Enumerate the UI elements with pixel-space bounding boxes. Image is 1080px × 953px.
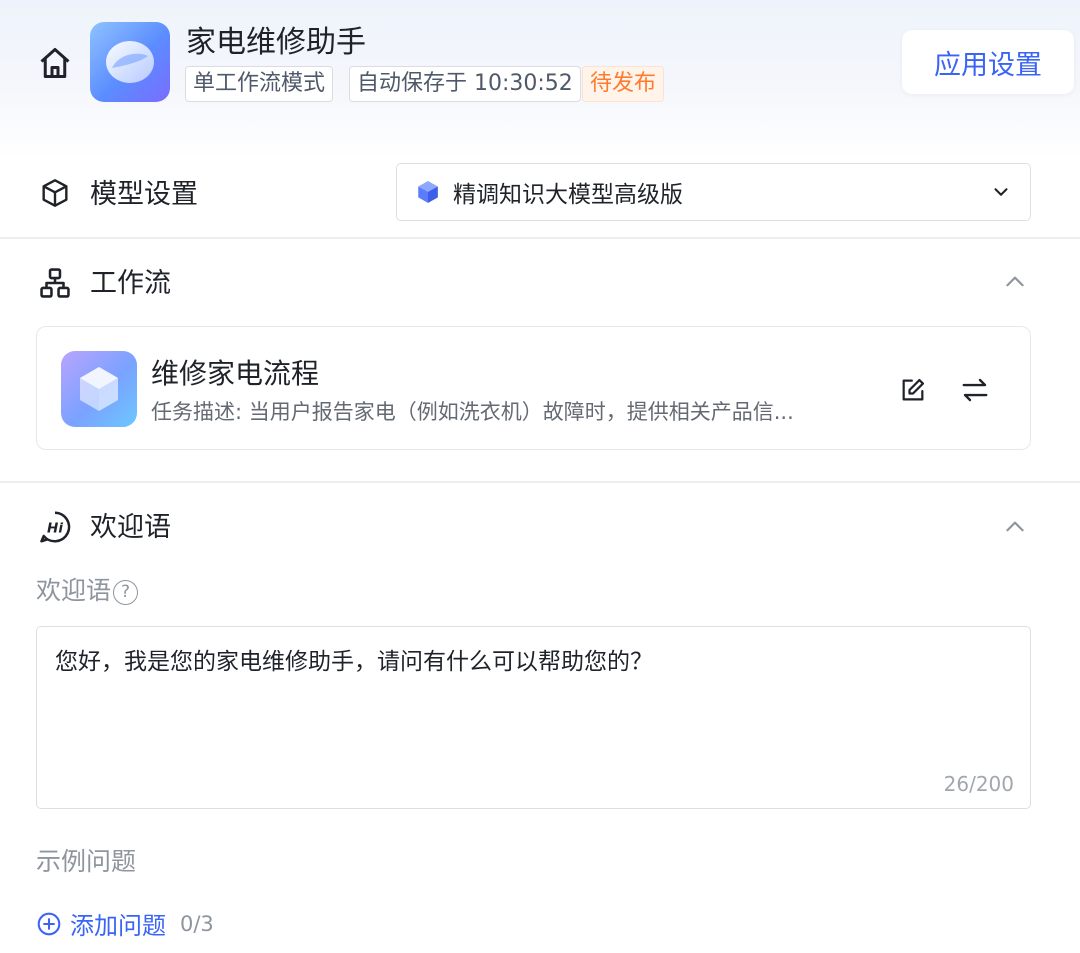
question-count: 0/3 [180, 911, 214, 936]
plus-circle-icon [37, 912, 61, 935]
app-logo [90, 22, 170, 102]
chevron-up-icon [1006, 521, 1024, 532]
cube-icon [37, 175, 73, 211]
home-button[interactable] [34, 42, 76, 84]
switch-icon [962, 378, 988, 402]
mode-tag: 单工作流模式 [185, 66, 334, 102]
add-question-button[interactable]: 添加问题 0/3 [36, 906, 214, 941]
chevron-down-icon [994, 188, 1008, 196]
welcome-textarea[interactable]: 您好，我是您的家电维修助手，请问有什么可以帮助您的？ 26/200 [36, 626, 1031, 809]
workflow-section-title: 工作流 [90, 268, 171, 299]
workflow-card[interactable]: 维修家电流程 任务描述: 当用户报告家电（例如洗衣机）故障时，提供相关产品信..… [36, 326, 1031, 450]
workflow-icon [61, 351, 137, 427]
home-icon [40, 48, 70, 78]
model-section-title: 模型设置 [90, 179, 198, 210]
model-select-value: 精调知识大模型高级版 [453, 182, 683, 208]
welcome-collapse-button[interactable] [997, 509, 1033, 545]
chevron-up-icon [1006, 276, 1024, 287]
hi-chat-icon: Hi [37, 509, 73, 545]
model-select[interactable]: 精调知识大模型高级版 [396, 163, 1031, 221]
model-cube-icon [418, 181, 438, 203]
edit-workflow-button[interactable] [893, 370, 933, 410]
welcome-field-label: 欢迎语? [36, 574, 139, 608]
char-counter: 26/200 [943, 772, 1014, 796]
app-settings-button[interactable]: 应用设置 [902, 30, 1074, 94]
app-title: 家电维修助手 [186, 25, 366, 60]
switch-workflow-button[interactable] [955, 370, 995, 410]
example-questions-label: 示例问题 [36, 847, 137, 876]
welcome-label-text: 欢迎语 [36, 576, 112, 605]
workflow-collapse-button[interactable] [997, 264, 1033, 300]
welcome-text[interactable]: 您好，我是您的家电维修助手，请问有什么可以帮助您的？ [55, 645, 1005, 679]
help-icon[interactable]: ? [113, 579, 139, 605]
divider [0, 481, 1080, 483]
svg-text:Hi: Hi [47, 521, 63, 537]
workflow-description: 任务描述: 当用户报告家电（例如洗衣机）故障时，提供相关产品信... [151, 400, 794, 424]
workflow-name: 维修家电流程 [151, 357, 320, 390]
add-question-label: 添加问题 [70, 912, 166, 940]
autosave-tag: 自动保存于 10:30:52 [349, 66, 581, 102]
welcome-section-title: 欢迎语 [90, 512, 171, 543]
org-chart-icon [37, 265, 73, 301]
status-badge: 待发布 [582, 66, 665, 102]
divider [0, 237, 1080, 239]
edit-icon [902, 378, 925, 401]
